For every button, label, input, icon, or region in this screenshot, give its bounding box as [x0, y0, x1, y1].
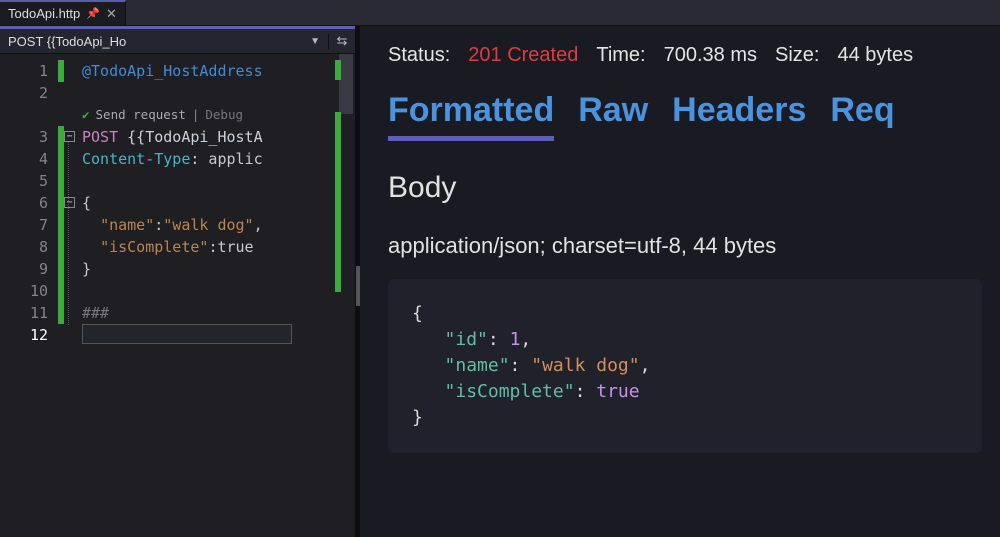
response-panel: Status: 201 Created Time: 700.38 ms Size…: [360, 26, 1000, 537]
tab-formatted[interactable]: Formatted: [388, 91, 554, 141]
line-number: 10: [0, 280, 48, 302]
split-container: POST {{TodoApi_Ho ▼ ⇆ 1 2 3 4 5 6 7 8 9 …: [0, 26, 1000, 537]
time-label: Time:: [596, 44, 645, 67]
code-surface[interactable]: − − @TodoApi_HostAddress ✔ Send request …: [64, 60, 355, 537]
header-value: applic: [199, 150, 262, 168]
status-label: Status:: [388, 44, 450, 67]
request-selector-bar: POST {{TodoApi_Ho ▼ ⇆: [0, 26, 355, 54]
json-value: true: [217, 238, 253, 256]
size-label: Size:: [775, 44, 819, 67]
navigate-button[interactable]: ⇆: [329, 33, 355, 49]
fold-toggle-icon[interactable]: −: [64, 197, 75, 208]
size-value: 44 bytes: [837, 44, 913, 67]
status-line: Status: 201 Created Time: 700.38 ms Size…: [388, 44, 982, 67]
code-text: }: [82, 260, 91, 278]
tab-request[interactable]: Req: [830, 91, 894, 141]
line-number: 11: [0, 302, 48, 324]
close-icon[interactable]: ✕: [106, 6, 117, 22]
debug-link[interactable]: Debug: [205, 104, 243, 126]
status-value: 201 Created: [468, 44, 578, 67]
tab-headers[interactable]: Headers: [672, 91, 806, 141]
codelens: ✔ Send request | Debug: [82, 104, 243, 126]
line-number: 8: [0, 236, 48, 258]
request-selector-label: POST {{TodoApi_Ho: [8, 34, 126, 49]
content-type-line: application/json; charset=utf-8, 44 byte…: [388, 233, 982, 259]
tab-strip: TodoApi.http 📌 ✕: [0, 0, 1000, 26]
body-heading: Body: [388, 171, 982, 205]
send-request-link[interactable]: Send request: [96, 104, 186, 126]
fold-toggle-icon[interactable]: −: [64, 131, 75, 142]
tab-title: TodoApi.http: [8, 6, 80, 21]
indent-guide: [68, 142, 69, 325]
pin-icon[interactable]: 📌: [86, 7, 100, 20]
code-text: @TodoApi_HostAddress: [82, 62, 263, 80]
overview-ruler: [335, 60, 341, 292]
scrollbar-thumb[interactable]: [339, 54, 353, 114]
caret-line[interactable]: [82, 324, 292, 344]
code-text: {{TodoApi_HostA: [127, 128, 262, 146]
line-number: 4: [0, 148, 48, 170]
tab-raw[interactable]: Raw: [578, 91, 648, 141]
response-body[interactable]: { "id": 1, "name": "walk dog", "isComple…: [388, 279, 982, 453]
line-number: 2: [0, 82, 48, 104]
code-text: {: [82, 194, 91, 212]
header-name: Content-Type: [82, 150, 190, 168]
json-key: "name": [100, 216, 154, 234]
chevron-down-icon: ▼: [310, 36, 320, 47]
check-icon: ✔: [82, 104, 90, 126]
json-key: "isComplete": [100, 238, 208, 256]
editor-pane: POST {{TodoApi_Ho ▼ ⇆ 1 2 3 4 5 6 7 8 9 …: [0, 26, 356, 537]
request-selector-dropdown[interactable]: POST {{TodoApi_Ho ▼: [0, 34, 329, 49]
code-editor[interactable]: 1 2 3 4 5 6 7 8 9 10 11 12: [0, 54, 355, 537]
app-root: TodoApi.http 📌 ✕ POST {{TodoApi_Ho ▼ ⇆ 1…: [0, 0, 1000, 537]
json-value: "walk dog": [163, 216, 253, 234]
line-number: 12: [0, 324, 48, 346]
line-number-gutter: 1 2 3 4 5 6 7 8 9 10 11 12: [0, 60, 58, 537]
request-separator: ###: [82, 304, 109, 322]
line-number: 1: [0, 60, 48, 82]
time-value: 700.38 ms: [664, 44, 757, 67]
line-number: 6: [0, 192, 48, 214]
document-tab[interactable]: TodoApi.http 📌 ✕: [0, 0, 126, 25]
line-number: 9: [0, 258, 48, 280]
line-number: 5: [0, 170, 48, 192]
response-view-tabs: Formatted Raw Headers Req: [388, 91, 982, 141]
line-number: 3: [0, 126, 48, 148]
line-number: 7: [0, 214, 48, 236]
http-method: POST: [82, 128, 118, 146]
separator: |: [192, 104, 200, 126]
